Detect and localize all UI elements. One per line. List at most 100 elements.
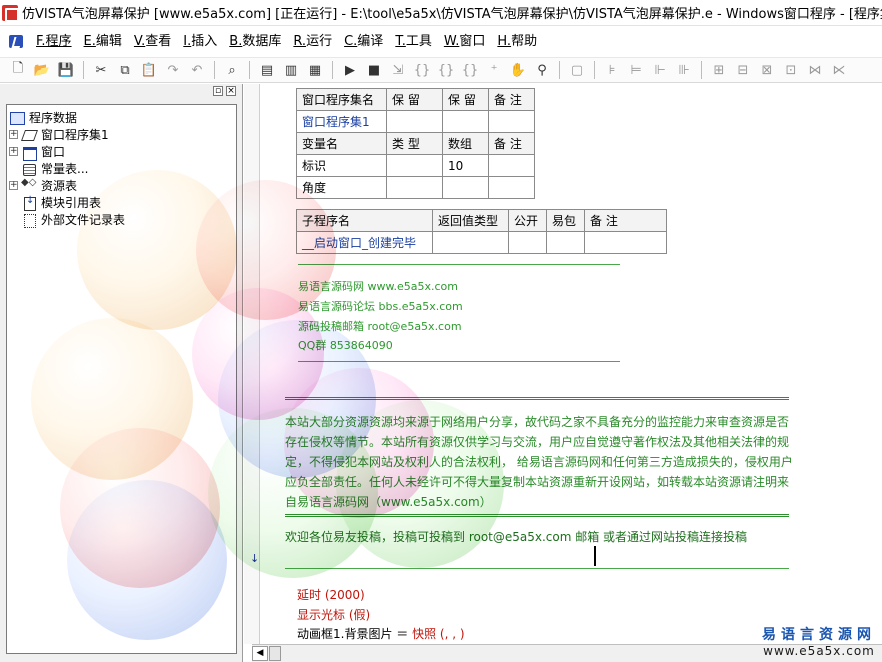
horizontal-scrollbar[interactable]: ◀ [252,644,882,662]
comment-divider [298,361,620,362]
align-left-icon[interactable]: ⊧ [601,60,623,80]
scroll-thumb[interactable] [269,646,281,661]
space-h-icon[interactable]: ⋈ [804,60,826,80]
breakpoint-icon[interactable]: ⁺ [483,60,505,80]
resource-icon [21,177,37,193]
program-data-icon [9,111,25,125]
align-right-icon[interactable]: ⊩ [649,60,671,80]
copy-icon[interactable]: ⧉ [114,60,136,80]
variable-array-cell[interactable]: 10 [442,154,489,177]
tree-item-window[interactable]: + 窗口 [9,143,236,161]
variable-name-cell[interactable]: 角度 [296,176,387,199]
variable-header-name: 变量名 [296,132,387,155]
variable-note-cell[interactable] [488,176,535,199]
variable-type-cell[interactable] [386,176,443,199]
expand-icon[interactable]: + [9,130,18,139]
undo-icon[interactable]: ↶ [186,60,208,80]
layout-panel-icon[interactable]: ▦ [304,60,326,80]
assembly-table: 窗口程序集名 保 留 保 留 备 注 窗口程序集1 变量名 类 型 数组 备 注… [296,88,535,199]
panel-close-button[interactable]: × [226,86,236,96]
run-to-cursor-icon[interactable]: {} [459,60,481,80]
assembly-cell[interactable] [442,110,489,133]
step-into-icon[interactable]: ⇲ [387,60,409,80]
space-v-icon[interactable]: ⋉ [828,60,850,80]
menu-insert[interactable]: I.插入 [177,31,223,53]
tree-item-resources[interactable]: + 资源表 [9,177,236,194]
step-over-icon[interactable]: {} [411,60,433,80]
open-folder-icon[interactable]: 📂 [31,60,53,80]
assembly-cell[interactable] [386,110,443,133]
menu-compile[interactable]: C.编译 [338,31,389,53]
new-file-icon[interactable]: 🗋 [7,60,29,80]
scroll-left-icon[interactable]: ◀ [252,646,268,661]
assembly-name-cell[interactable]: 窗口程序集1 [296,110,387,133]
variable-header-type: 类 型 [386,132,443,155]
align-middle-icon[interactable]: ⊞ [708,60,730,80]
menu-program[interactable]: F.程序 [30,31,78,53]
menu-help[interactable]: H.帮助 [491,31,543,53]
variable-type-cell[interactable] [386,154,443,177]
sub-cell[interactable] [584,231,667,254]
align-bottom-icon[interactable]: ⊟ [732,60,754,80]
assembly-header-note: 备 注 [488,88,535,111]
sub-cell[interactable] [432,231,509,254]
panel-restore-button[interactable]: ▫ [213,86,223,96]
window-icon [21,145,37,161]
menu-database[interactable]: B.数据库 [223,31,287,53]
variable-name-cell[interactable]: 标识 [296,154,387,177]
stop-icon[interactable]: ■ [363,60,385,80]
program-tree: 程序数据 + 窗口程序集1 + 窗口 常量表... + 资源表 模块引用表 [6,104,237,654]
assembly-header-name: 窗口程序集名 [296,88,387,111]
menu-view[interactable]: V.查看 [128,31,177,53]
menu-window[interactable]: W.窗口 [438,31,492,53]
align-center-icon[interactable]: ⊨ [625,60,647,80]
variable-note-cell[interactable] [488,154,535,177]
sub-header-public: 公开 [508,209,547,232]
tree-item-constants[interactable]: 常量表... [9,160,236,177]
run-icon[interactable]: ▶ [339,60,361,80]
save-icon[interactable]: 💾 [55,60,77,80]
tree-item-external-files[interactable]: 外部文件记录表 [9,211,236,228]
binoculars-icon[interactable]: ⚲ [531,60,553,80]
sub-cell[interactable] [508,231,547,254]
copyright-notice: 本站大部分资源资源均来源于网络用户分享，故代码之家不具备充分的监控能力来审查资源… [285,415,793,509]
tree-item-program-set[interactable]: + 窗口程序集1 [9,126,236,143]
tree-item-module-refs[interactable]: 模块引用表 [9,194,236,211]
hand-icon[interactable]: ✋ [507,60,529,80]
variable-array-cell[interactable] [442,176,489,199]
site-comment-line: 易语言源码网 www.e5a5x.com [298,280,458,293]
redo-icon[interactable]: ↷ [162,60,184,80]
sub-header-note: 备 注 [584,209,667,232]
module-ref-icon [21,195,37,211]
code-line-delay[interactable]: 延时 (2000) [297,586,365,603]
tree-label: 资源表 [41,179,78,193]
paste-icon[interactable]: 📋 [138,60,160,80]
subroutine-name-cell[interactable]: __启动窗口_创建完毕 [296,231,433,254]
cut-icon[interactable]: ✂ [90,60,112,80]
expand-icon[interactable]: + [9,147,18,156]
same-height-icon[interactable]: ⊡ [780,60,802,80]
same-width-icon[interactable]: ⊠ [756,60,778,80]
find-icon[interactable]: ⌕ [221,60,243,80]
site-comment-line: QQ群 853864090 [298,339,393,352]
code-line-show-cursor[interactable]: 显示光标 (假) [297,606,370,623]
code-editor[interactable]: ↓ 窗口程序集名 保 留 保 留 备 注 窗口程序集1 变量名 类 型 数组 备… [244,84,882,662]
menu-edit[interactable]: E.编辑 [78,31,128,53]
external-file-icon [21,213,37,228]
program-data-panel: ▫ × 程序数据 + 窗口程序集1 + 窗口 常量表... + 资源表 [0,84,243,662]
code-line-snapshot[interactable]: 动画框1.背景图片 ＝ 快照 (, , ) [297,625,465,642]
variable-header-array: 数组 [442,132,489,155]
step-out-icon[interactable]: {} [435,60,457,80]
welcome-divider [285,568,789,569]
menu-run[interactable]: R.运行 [287,31,338,53]
form-icon[interactable]: ▢ [566,60,588,80]
sub-cell[interactable] [546,231,585,254]
notice-divider [285,514,789,517]
align-top-icon[interactable]: ⊪ [673,60,695,80]
layout-top-icon[interactable]: ▤ [256,60,278,80]
expand-icon[interactable]: + [9,181,18,190]
tree-root[interactable]: 程序数据 [9,109,236,126]
layout-split-icon[interactable]: ▥ [280,60,302,80]
assembly-cell[interactable] [488,110,535,133]
menu-tools[interactable]: T.工具 [389,31,438,53]
